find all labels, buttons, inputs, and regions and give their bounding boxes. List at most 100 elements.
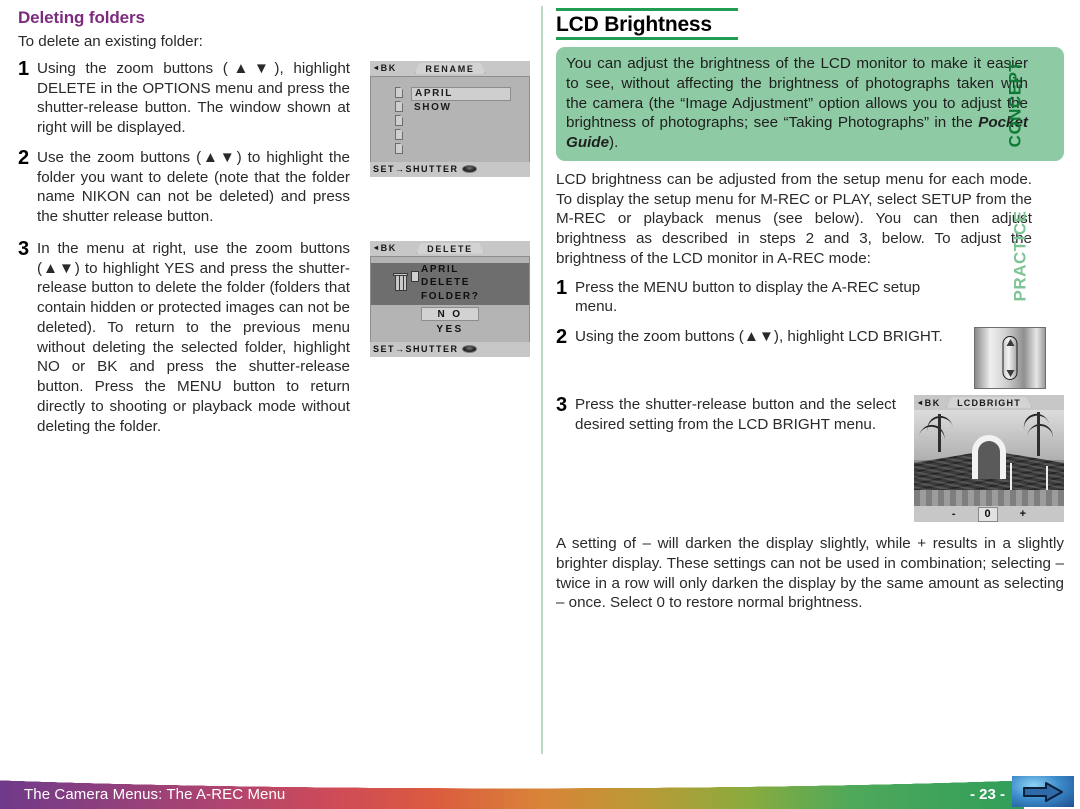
manual-page: Deleting folders To delete an existing f… <box>0 0 1080 809</box>
practice-step-2: 2 Using the zoom buttons (▲▼), highlight… <box>556 327 962 348</box>
next-page-button[interactable] <box>1012 776 1074 807</box>
lcd-delete-footer-label: SET→SHUTTER <box>373 344 459 355</box>
delete-options: N O YES <box>371 306 529 339</box>
lcd-screen-rename: ◂ BK RENAME APRIL SHOW SET→SHUTTER <box>370 60 530 177</box>
title-rule-top <box>556 8 738 11</box>
lcd-screen-brightness: ◂ BK LCDBRIGHT - 0 + <box>914 395 1064 523</box>
folder-icon <box>395 86 403 98</box>
bk-label: BK <box>924 397 941 408</box>
left-column: Deleting folders To delete an existing f… <box>18 8 530 446</box>
section-heading-deleting-folders: Deleting folders <box>18 8 145 27</box>
concept-tab-label: CONCEPT <box>1005 60 1025 148</box>
bk-back-indicator: ◂ BK <box>918 398 941 408</box>
step-1-number: 1 <box>18 57 30 80</box>
step-3: 3 In the menu at right, use the zoom but… <box>18 237 350 437</box>
lcd-delete-tab-title: DELETE <box>416 242 484 254</box>
lcd-delete-body: APRIL DELETE FOLDER? N O YES <box>370 255 530 342</box>
brightness-minus-label[interactable]: - <box>952 508 956 520</box>
step-3-number: 3 <box>18 237 30 260</box>
practice-step-1-number: 1 <box>556 276 568 299</box>
bk-label: BK <box>380 243 397 254</box>
step-2-text: Use the zoom buttons (▲▼) to highlight t… <box>37 148 350 225</box>
brightness-plus-label[interactable]: + <box>1020 508 1026 520</box>
folder-icon-column <box>395 86 403 154</box>
back-caret-icon: ◂ <box>374 63 380 73</box>
step-3-text: In the menu at right, use the zoom butto… <box>37 239 350 435</box>
delete-confirm-line-2: DELETE <box>421 277 471 289</box>
lcd-delete-footer: SET→SHUTTER <box>370 342 530 357</box>
step-2: 2 Use the zoom buttons (▲▼) to highlight… <box>18 146 350 227</box>
delete-confirm-band: APRIL DELETE FOLDER? <box>371 262 529 305</box>
folder-icon <box>395 128 403 140</box>
right-column: LCD Brightness You can adjust the bright… <box>556 8 1064 620</box>
rename-item-show: SHOW <box>414 101 452 113</box>
closing-paragraph: A setting of – will darken the display s… <box>556 535 1064 612</box>
rename-item-list: APRIL SHOW <box>411 86 511 114</box>
folder-icon <box>395 114 403 126</box>
right-arrow-icon <box>1023 781 1063 802</box>
shutter-button-icon <box>461 165 477 174</box>
lcd-bright-tab-title: LCDBRIGHT <box>946 397 1032 409</box>
practice-section: LCD brightness can be adjusted from the … <box>556 170 1064 301</box>
footer-title: The Camera Menus: The A-REC Menu <box>24 786 286 803</box>
brightness-value[interactable]: 0 <box>977 506 998 522</box>
bk-back-indicator: ◂ BK <box>374 63 397 73</box>
practice-step-3: 3 Press the shutter-release button and t… <box>556 395 896 435</box>
practice-step-3-number: 3 <box>556 394 568 417</box>
delete-option-no: N O <box>421 306 479 321</box>
concept-text: You can adjust the brightness of the LCD… <box>566 54 1028 153</box>
lcd-rename-footer: SET→SHUTTER <box>370 162 530 177</box>
folder-icon <box>395 142 403 154</box>
palm-trunk <box>1037 412 1040 457</box>
folder-icon <box>411 270 419 282</box>
practice-tab-label: PRACTICE <box>1010 210 1030 302</box>
folder-icon <box>395 100 403 112</box>
lcd-delete-titlebar: ◂ BK DELETE <box>370 241 530 256</box>
practice-step-1-text: Press the MENU button to display the A-R… <box>575 278 921 316</box>
zoom-down-triangle-icon <box>1006 370 1014 378</box>
concept-callout: You can adjust the brightness of the LCD… <box>556 47 1064 161</box>
practice-step-1: 1 Press the MENU button to display the A… <box>556 276 946 318</box>
trash-icon <box>393 272 408 292</box>
practice-step-2-row: 2 Using the zoom buttons (▲▼), highlight… <box>556 327 1064 390</box>
white-archway <box>972 435 1006 480</box>
back-caret-icon: ◂ <box>918 397 924 407</box>
lcd-bright-titlebar: ◂ BK LCDBRIGHT <box>914 395 1064 411</box>
practice-intro: LCD brightness can be adjusted from the … <box>556 170 1032 267</box>
step-1-text: Using the zoom buttons (▲▼), highlight D… <box>37 59 350 136</box>
bk-back-indicator: ◂ BK <box>374 243 397 253</box>
title-rule-bottom <box>556 37 738 41</box>
practice-step-3-text: Press the shutter-release button and the… <box>575 396 896 433</box>
zoom-up-triangle-icon <box>1006 339 1014 347</box>
page-footer: The Camera Menus: The A-REC Menu - 23 - <box>0 775 1080 809</box>
back-caret-icon: ◂ <box>374 243 380 253</box>
page-title: LCD Brightness <box>556 13 712 36</box>
column-divider <box>541 6 543 754</box>
step-2-number: 2 <box>18 146 30 169</box>
practice-step-2-text: Using the zoom buttons (▲▼), highlight L… <box>575 328 943 346</box>
footer-page-number: - 23 - <box>969 786 1005 803</box>
concept-text-tail: ). <box>609 134 619 152</box>
bk-label: BK <box>380 63 397 74</box>
step-1-row: 1 Using the zoom buttons (▲▼), highlight… <box>18 57 530 237</box>
delete-confirm-line-1: APRIL <box>421 263 459 275</box>
step-1: 1 Using the zoom buttons (▲▼), highlight… <box>18 57 350 138</box>
lcd-bright-preview-photo <box>914 410 1064 507</box>
concept-text-body: You can adjust the brightness of the LCD… <box>566 55 1028 132</box>
lcd-rename-titlebar: ◂ BK RENAME <box>370 61 530 76</box>
palm-trunk <box>938 413 941 453</box>
lcd-bright-adjust-bar: - 0 + <box>914 506 1064 523</box>
lcd-screen-delete: ◂ BK DELETE APRIL DELETE FOLDER? N O YES… <box>370 240 530 357</box>
zoom-buttons-illustration <box>974 327 1046 390</box>
photo-foreground-hedge <box>914 489 1064 507</box>
lcd-rename-footer-label: SET→SHUTTER <box>373 164 459 175</box>
intro-paragraph: To delete an existing folder: <box>18 33 203 50</box>
practice-step-2-number: 2 <box>556 326 568 349</box>
delete-option-yes: YES <box>436 323 464 335</box>
practice-step-3-row: 3 Press the shutter-release button and t… <box>556 395 1064 523</box>
step-3-row: 3 In the menu at right, use the zoom but… <box>18 237 530 447</box>
page-title-wrap: LCD Brightness <box>556 8 738 41</box>
lcd-rename-body: APRIL SHOW <box>370 75 530 162</box>
zoom-rocker <box>1002 336 1018 381</box>
lcd-rename-tab-title: RENAME <box>414 62 486 74</box>
